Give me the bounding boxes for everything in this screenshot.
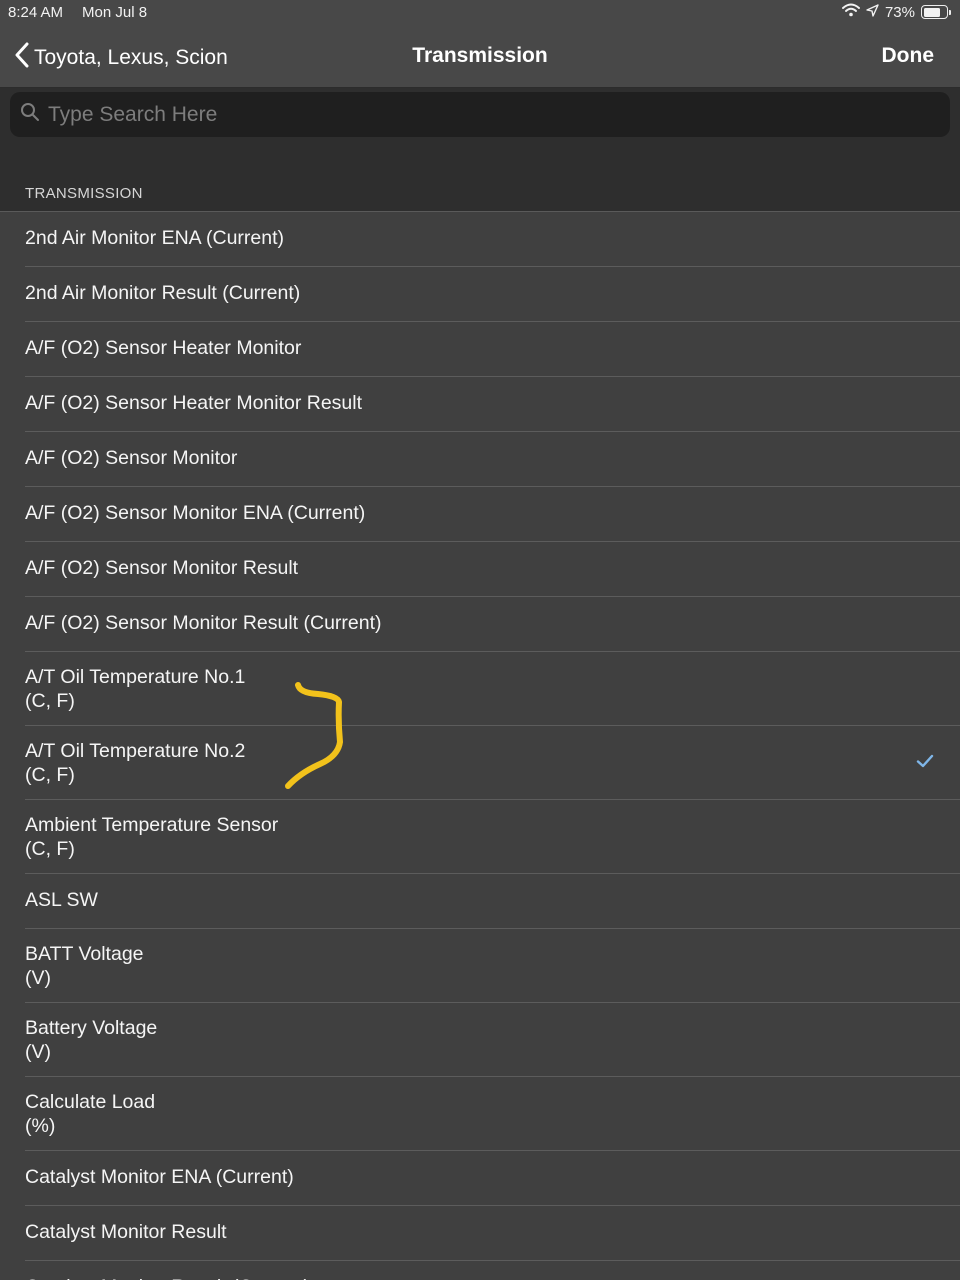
search-input[interactable] bbox=[48, 102, 928, 127]
list-item-label: A/F (O2) Sensor Monitor Result bbox=[25, 556, 298, 580]
list-item-unit: (V) bbox=[25, 1041, 51, 1063]
list-item-label: Calculate Load (%) bbox=[25, 1090, 155, 1138]
list-item-label: Catalyst Monitor Result bbox=[25, 1220, 227, 1244]
section-header-label: TRANSMISSION bbox=[25, 185, 143, 202]
status-time: 8:24 AM bbox=[8, 4, 64, 21]
list-item[interactable]: Ambient Temperature Sensor (C, F) bbox=[0, 800, 960, 874]
list-item-name: 2nd Air Monitor ENA (Current) bbox=[25, 227, 285, 249]
list-item-name: ASL SW bbox=[25, 889, 98, 911]
list-item-name: Catalyst Monitor Result bbox=[25, 1221, 227, 1243]
list-item-label: Catalyst Monitor Result (Current) bbox=[25, 1275, 310, 1280]
section-header: TRANSMISSION bbox=[0, 144, 960, 212]
list-item-label: A/F (O2) Sensor Monitor bbox=[25, 446, 237, 470]
list-item[interactable]: ASL SW bbox=[0, 874, 960, 929]
list-item[interactable]: A/F (O2) Sensor Monitor Result (Current) bbox=[0, 597, 960, 652]
list-item-label: ASL SW bbox=[25, 888, 98, 912]
list-item-name: A/T Oil Temperature No.1 bbox=[25, 666, 246, 688]
list-item[interactable]: Catalyst Monitor ENA (Current) bbox=[0, 1151, 960, 1206]
list-item-label: 2nd Air Monitor Result (Current) bbox=[25, 281, 300, 305]
list-item-name: A/F (O2) Sensor Monitor bbox=[25, 447, 238, 469]
list-item-name: A/T Oil Temperature No.2 bbox=[25, 740, 246, 762]
list-item-label: A/T Oil Temperature No.1 (C, F) bbox=[25, 665, 245, 713]
list-item-unit: (%) bbox=[25, 1115, 56, 1137]
list-item-label: A/T Oil Temperature No.2 (C, F) bbox=[25, 739, 245, 787]
list-item[interactable]: A/F (O2) Sensor Monitor Result bbox=[0, 542, 960, 597]
list-item-name: Catalyst Monitor Result (Current) bbox=[25, 1276, 310, 1280]
list-item[interactable]: A/F (O2) Sensor Monitor ENA (Current) bbox=[0, 487, 960, 542]
list-item-name: Calculate Load bbox=[25, 1091, 156, 1113]
top-bar: 8:24 AM Mon Jul 8 73% Toyota, Lexus, Sci… bbox=[0, 0, 960, 88]
search-bar bbox=[0, 88, 960, 144]
list-item-label: A/F (O2) Sensor Heater Monitor Result bbox=[25, 391, 362, 415]
search-icon bbox=[10, 102, 48, 127]
done-button[interactable]: Done bbox=[882, 44, 935, 68]
list-item[interactable]: BATT Voltage (V) bbox=[0, 929, 960, 1003]
list-item-unit: (V) bbox=[25, 967, 51, 989]
battery-percent: 73% bbox=[884, 3, 915, 21]
list-item-name: Ambient Temperature Sensor bbox=[25, 814, 279, 836]
list-item[interactable]: Catalyst Monitor Result (Current) bbox=[0, 1261, 960, 1280]
list-item-name: Catalyst Monitor ENA (Current) bbox=[25, 1166, 294, 1188]
parameter-list: 2nd Air Monitor ENA (Current) 2nd Air Mon… bbox=[0, 212, 960, 1280]
list-item[interactable]: Battery Voltage (V) bbox=[0, 1003, 960, 1077]
battery-icon bbox=[921, 5, 951, 19]
list-item-label: 2nd Air Monitor ENA (Current) bbox=[25, 226, 284, 250]
list-item[interactable]: A/T Oil Temperature No.2 (C, F) bbox=[0, 726, 960, 800]
list-item[interactable]: 2nd Air Monitor Result (Current) bbox=[0, 267, 960, 322]
list-item-unit: (C, F) bbox=[25, 690, 75, 712]
list-item-name: A/F (O2) Sensor Monitor ENA (Current) bbox=[25, 502, 366, 524]
search-field[interactable] bbox=[10, 92, 950, 137]
list-item-label: Battery Voltage (V) bbox=[25, 1016, 157, 1064]
list-item-label: A/F (O2) Sensor Heater Monitor bbox=[25, 336, 301, 360]
back-button-label: Toyota, Lexus, Scion bbox=[34, 46, 228, 69]
wifi-icon bbox=[841, 3, 860, 21]
chevron-left-icon bbox=[14, 42, 34, 74]
list-item-name: A/F (O2) Sensor Monitor Result bbox=[25, 557, 299, 579]
list-item[interactable]: Catalyst Monitor Result bbox=[0, 1206, 960, 1261]
list-item[interactable]: A/F (O2) Sensor Monitor bbox=[0, 432, 960, 487]
status-date: Mon Jul 8 bbox=[82, 4, 148, 21]
list-item-name: Battery Voltage bbox=[25, 1017, 158, 1039]
list-item-name: A/F (O2) Sensor Monitor Result (Current) bbox=[25, 612, 382, 634]
list-item-name: 2nd Air Monitor Result (Current) bbox=[25, 282, 301, 304]
list-item-label: A/F (O2) Sensor Monitor ENA (Current) bbox=[25, 501, 365, 525]
status-bar: 8:24 AM Mon Jul 8 73% bbox=[0, 0, 960, 26]
list-item-name: A/F (O2) Sensor Heater Monitor bbox=[25, 337, 302, 359]
checkmark-icon bbox=[916, 754, 934, 773]
list-item[interactable]: A/F (O2) Sensor Heater Monitor bbox=[0, 322, 960, 377]
location-arrow-icon bbox=[866, 3, 879, 21]
battery-fill bbox=[923, 7, 940, 17]
list-item-unit: (C, F) bbox=[25, 764, 75, 786]
status-right: 73% bbox=[841, 3, 951, 21]
list-item-unit: (C, F) bbox=[25, 838, 75, 860]
list-item-label: Ambient Temperature Sensor (C, F) bbox=[25, 813, 278, 861]
list-item-name: BATT Voltage bbox=[25, 943, 144, 965]
list-item[interactable]: Calculate Load (%) bbox=[0, 1077, 960, 1151]
list-item[interactable]: 2nd Air Monitor ENA (Current) bbox=[0, 212, 960, 267]
list-item-name: A/F (O2) Sensor Heater Monitor Result bbox=[25, 392, 363, 414]
list-item-label: BATT Voltage (V) bbox=[25, 942, 144, 990]
list-item[interactable]: A/T Oil Temperature No.1 (C, F) bbox=[0, 652, 960, 726]
list-item-label: Catalyst Monitor ENA (Current) bbox=[25, 1165, 294, 1189]
list-item[interactable]: A/F (O2) Sensor Heater Monitor Result bbox=[0, 377, 960, 432]
list-item-label: A/F (O2) Sensor Monitor Result (Current) bbox=[25, 611, 382, 635]
back-button[interactable]: Toyota, Lexus, Scion bbox=[14, 42, 228, 74]
